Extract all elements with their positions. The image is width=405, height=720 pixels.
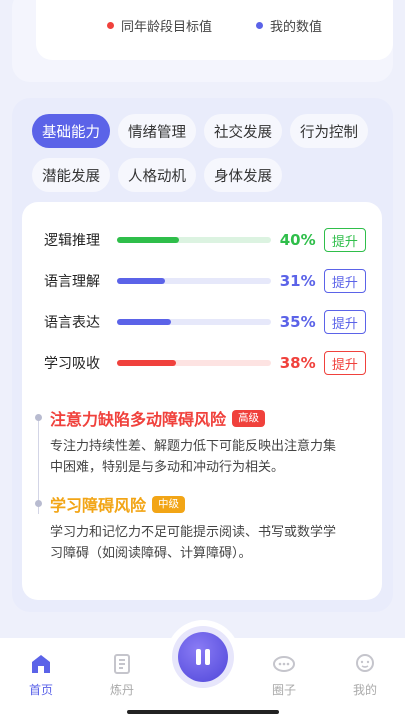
metric-percent: 38% (279, 354, 316, 372)
boost-button-language-expression[interactable]: 提升 (323, 310, 367, 334)
risk-list: 注意力缺陷多动障碍风险 高级 专注力持续性差、解题力低下可能反映出注意力集中困难… (35, 406, 368, 578)
ability-card: 基础能力 情绪管理 社交发展 行为控制 潜能发展 人格动机 身体发展 逻辑推理 … (12, 98, 393, 612)
metric-bar-track (117, 278, 272, 284)
metric-label: 逻辑推理 (44, 233, 100, 249)
boost-button-learning-absorption[interactable]: 提升 (323, 351, 367, 375)
risk-timeline-dot-icon (35, 414, 42, 421)
metric-label: 学习吸收 (44, 356, 100, 372)
risk-timeline-dot-icon (35, 500, 42, 507)
risk-description: 学习力和记忆力不足可能提示阅读、书写或数学学习障碍（如阅读障碍、计算障碍）。 (50, 525, 337, 561)
metric-bar-track (117, 360, 272, 366)
risk-item-learning-disability: 学习障碍风险 中级 学习力和记忆力不足可能提示阅读、书写或数学学习障碍（如阅读障… (35, 492, 368, 564)
ability-detail-panel: 逻辑推理 40% 提升 语言理解 31% 提升 语言表达 35% 提升 学习吸收… (22, 202, 382, 600)
nav-label-mine: 我的 (352, 683, 377, 697)
ability-tabs: 基础能力 情绪管理 社交发展 行为控制 潜能发展 人格动机 身体发展 (32, 114, 382, 192)
tab-emotion-management[interactable]: 情绪管理 (118, 114, 196, 148)
metric-bar-track (117, 237, 272, 243)
risk-level-badge: 高级 (232, 409, 266, 427)
chat-bubble-icon (273, 656, 295, 672)
metric-bar-track (117, 319, 272, 325)
center-action-button[interactable] (178, 632, 228, 682)
legend-label-target: 同年龄段目标值 (120, 20, 212, 35)
metric-bar-fill (117, 237, 179, 243)
legend-item-mine: 我的数值 (256, 16, 322, 35)
metric-bar-fill (117, 319, 172, 325)
legend-label-mine: 我的数值 (270, 20, 323, 35)
tab-physical-development[interactable]: 身体发展 (204, 158, 282, 192)
metric-percent: 31% (279, 272, 316, 290)
metric-bar-fill (117, 278, 166, 284)
metric-percent: 35% (279, 313, 316, 331)
risk-title: 注意力缺陷多动障碍风险 (50, 410, 227, 429)
legend-dot-red-icon (106, 22, 114, 29)
risk-level-badge: 中级 (152, 495, 186, 513)
legend-dot-blue-icon (256, 22, 263, 29)
profile-face-icon (356, 654, 374, 672)
nav-label-circle: 圈子 (271, 683, 296, 697)
boost-button-language-understanding[interactable]: 提升 (323, 269, 367, 293)
nav-item-mine[interactable]: 我的 (340, 652, 390, 698)
nav-item-liandan[interactable]: 炼丹 (97, 652, 147, 698)
risk-title-row: 注意力缺陷多动障碍风险 高级 (50, 406, 368, 430)
tab-social-development[interactable]: 社交发展 (204, 114, 282, 148)
metric-row-language-expression: 语言表达 35% 提升 (44, 310, 367, 334)
metric-list: 逻辑推理 40% 提升 语言理解 31% 提升 语言表达 35% 提升 学习吸收… (44, 228, 367, 392)
nav-item-circle[interactable]: 圈子 (259, 652, 309, 698)
home-icon (32, 655, 50, 673)
tab-potential-development[interactable]: 潜能发展 (32, 158, 110, 192)
boost-button-logic[interactable]: 提升 (323, 228, 367, 252)
metric-row-language-understanding: 语言理解 31% 提升 (44, 269, 367, 293)
risk-title-row: 学习障碍风险 中级 (50, 492, 368, 516)
chart-legend-card: 同年龄段目标值 我的数值 (12, 0, 393, 82)
tab-behavior-control[interactable]: 行为控制 (290, 114, 368, 148)
metric-row-learning-absorption: 学习吸收 38% 提升 (44, 351, 367, 375)
risk-item-adhd: 注意力缺陷多动障碍风险 高级 专注力持续性差、解题力低下可能反映出注意力集中困难… (35, 406, 368, 478)
metric-row-logic: 逻辑推理 40% 提升 (44, 228, 367, 252)
metric-percent: 40% (279, 231, 316, 249)
metric-label: 语言理解 (44, 274, 100, 290)
nav-item-home[interactable]: 首页 (16, 652, 66, 698)
scroll-icon (114, 654, 130, 674)
risk-title: 学习障碍风险 (50, 496, 147, 515)
legend-item-target: 同年龄段目标值 (106, 16, 212, 35)
risk-description: 专注力持续性差、解题力低下可能反映出注意力集中困难，特别是与多动和冲动行为相关。 (50, 439, 337, 475)
metric-bar-fill (117, 360, 176, 366)
tab-personality-motivation[interactable]: 人格动机 (118, 158, 196, 192)
nav-label-liandan: 炼丹 (109, 683, 134, 697)
tab-basic-ability[interactable]: 基础能力 (32, 114, 110, 148)
nav-label-home: 首页 (28, 683, 53, 697)
home-indicator (127, 710, 279, 714)
metric-label: 语言表达 (44, 315, 100, 331)
chart-legend: 同年龄段目标值 我的数值 (36, 16, 393, 35)
chart-legend-inner: 同年龄段目标值 我的数值 (36, 0, 393, 60)
quote-mark-icon (196, 649, 210, 665)
